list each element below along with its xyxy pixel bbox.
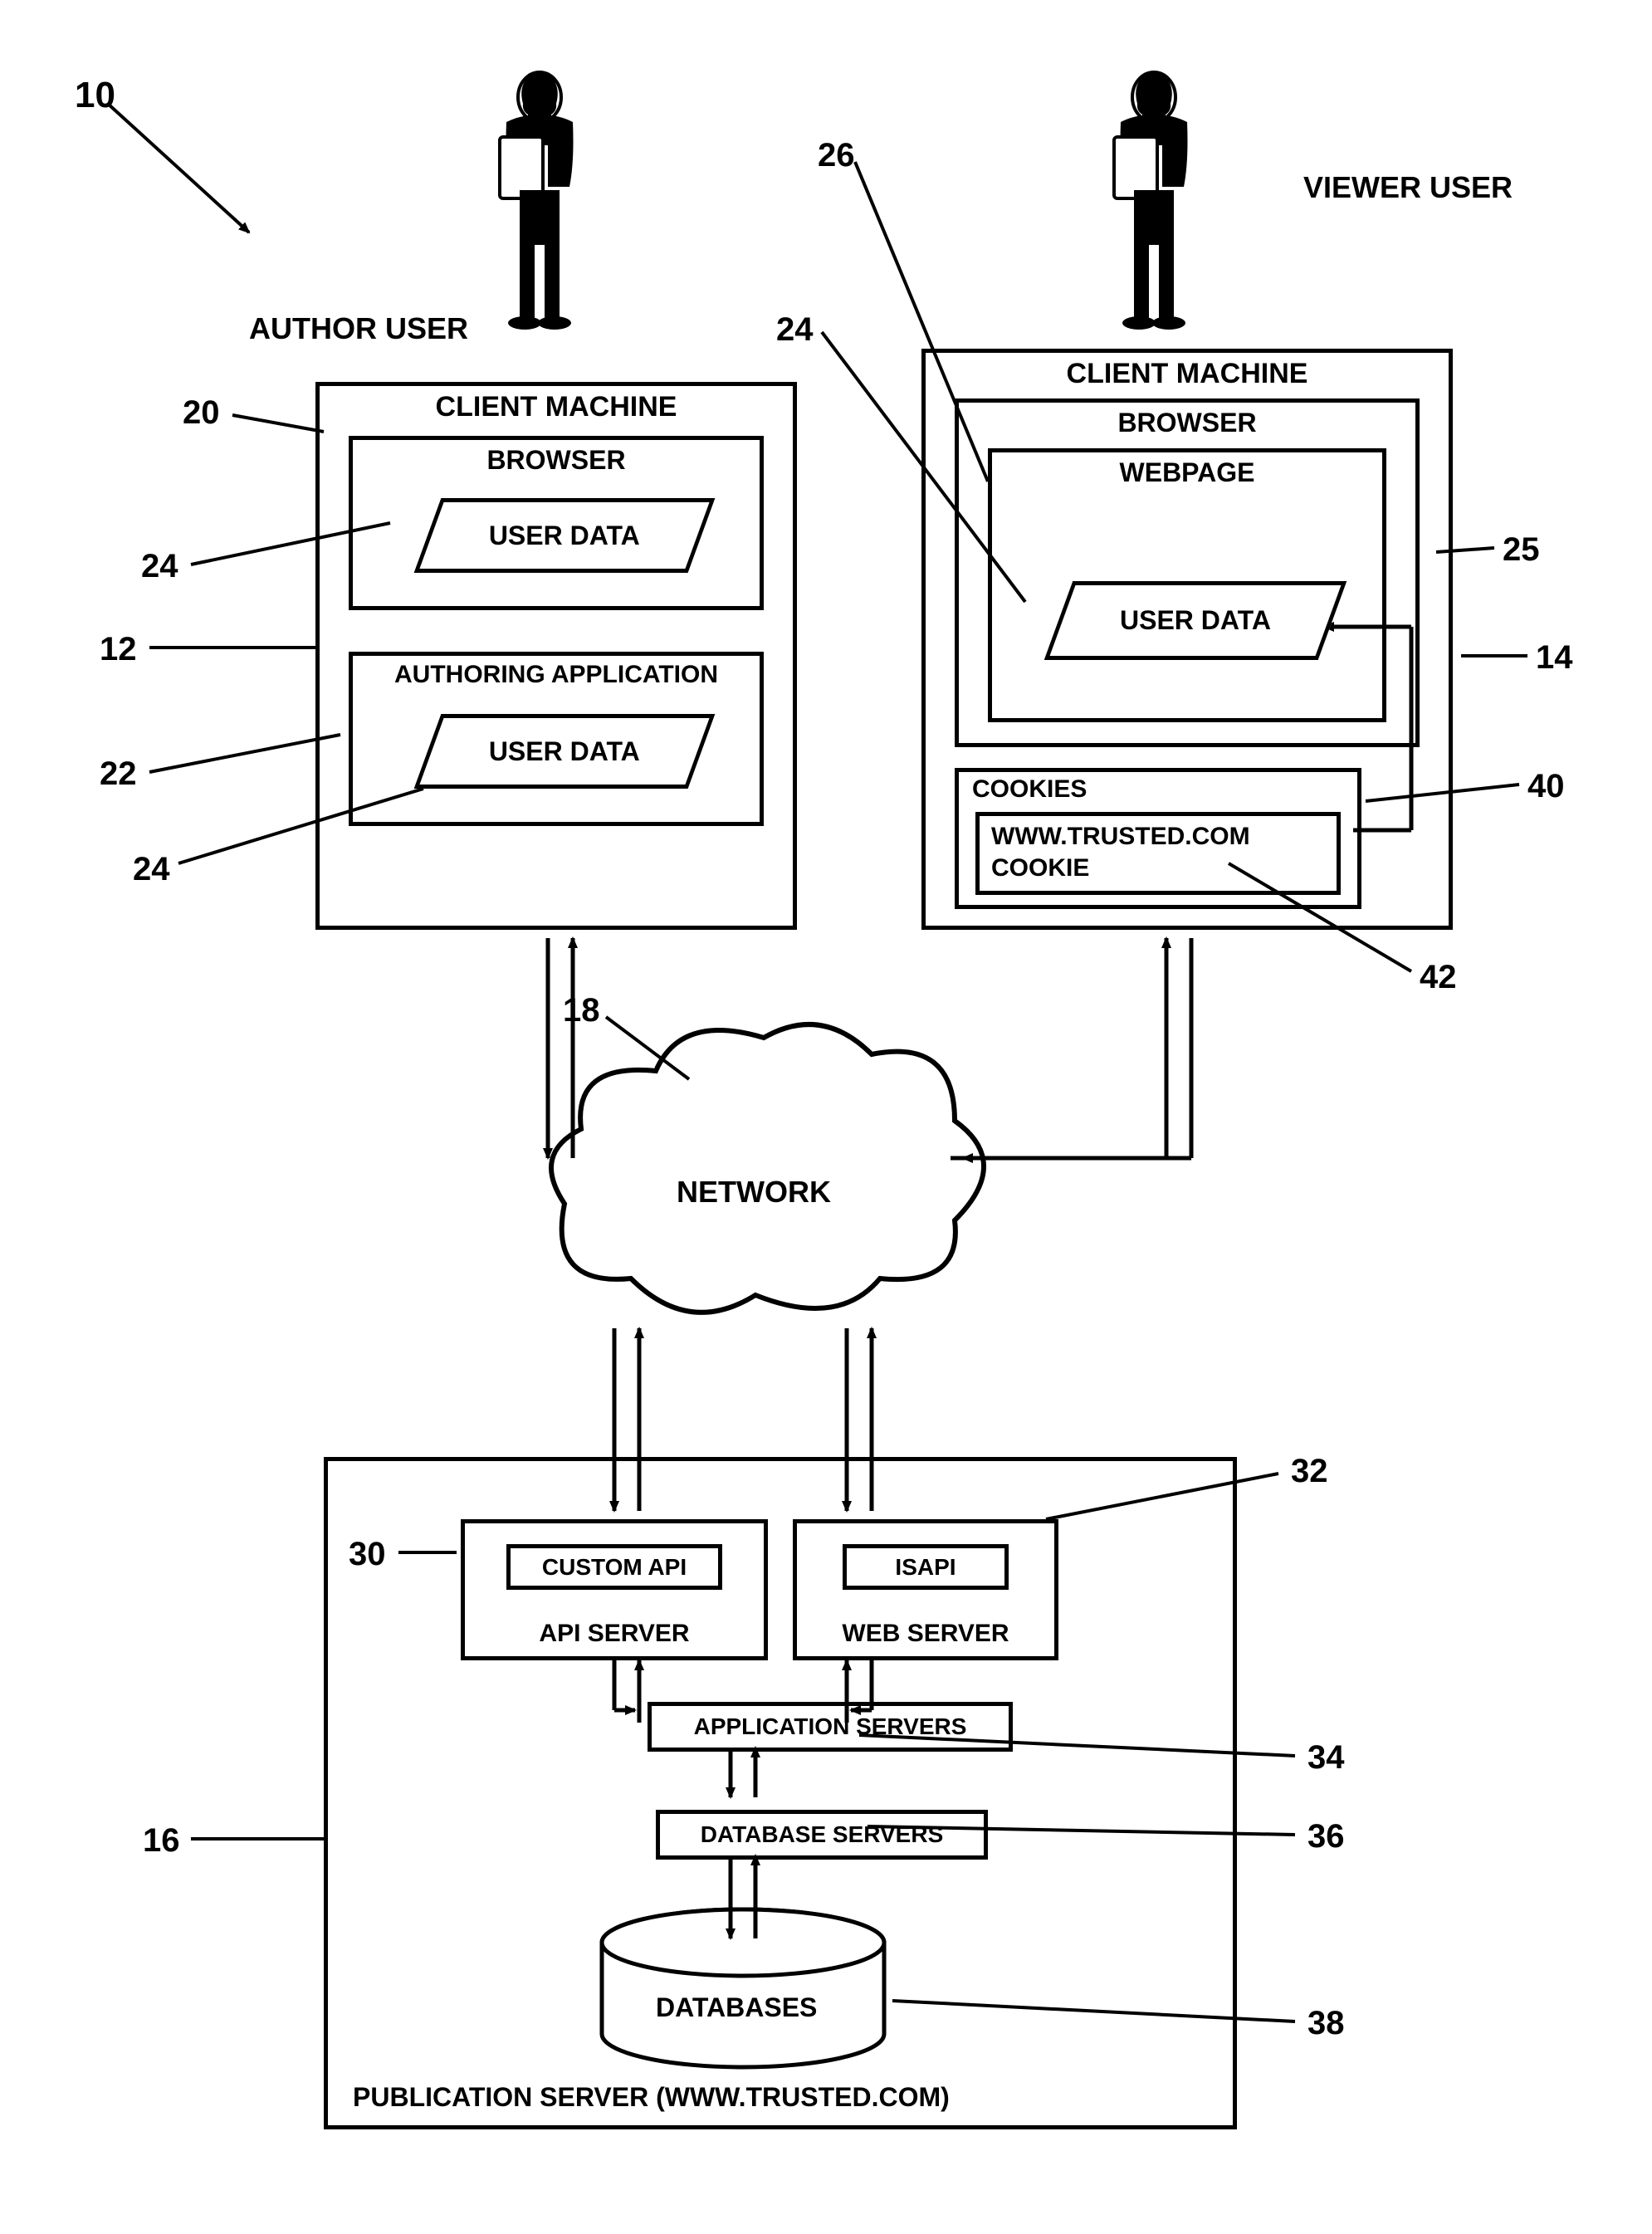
- cookie-line2: COOKIE: [991, 853, 1337, 884]
- ref-16: 16: [143, 1822, 180, 1860]
- cookie-entry: WWW.TRUSTED.COM COOKIE: [975, 812, 1341, 895]
- ref-26: 26: [818, 137, 855, 174]
- user-data-right: USER DATA: [1044, 581, 1347, 660]
- network-label: NETWORK: [677, 1175, 831, 1210]
- publication-server: PUBLICATION SERVER (WWW.TRUSTED.COM) CUS…: [324, 1457, 1237, 2129]
- user-data-left-2-label: USER DATA: [489, 736, 640, 767]
- api-server: CUSTOM API API SERVER: [461, 1519, 768, 1660]
- authoring-app: AUTHORING APPLICATION USER DATA: [349, 652, 764, 826]
- ref-20: 20: [183, 394, 220, 432]
- ref-22: 22: [100, 755, 137, 793]
- user-data-right-label: USER DATA: [1120, 605, 1271, 636]
- webpage: WEBPAGE USER DATA: [988, 448, 1386, 722]
- web-server: ISAPI WEB SERVER: [793, 1519, 1058, 1660]
- ref-10: 10: [75, 75, 115, 116]
- viewer-user-label: VIEWER USER: [1303, 170, 1513, 205]
- isapi: ISAPI: [843, 1544, 1009, 1590]
- browser-left: BROWSER USER DATA: [349, 436, 764, 610]
- ref-25: 25: [1503, 531, 1540, 569]
- client-machine-right-title: CLIENT MACHINE: [926, 358, 1449, 390]
- user-data-left-1-label: USER DATA: [489, 521, 640, 551]
- ref-34: 34: [1307, 1739, 1345, 1777]
- api-server-title: API SERVER: [465, 1620, 764, 1648]
- web-server-title: WEB SERVER: [797, 1620, 1054, 1648]
- browser-right-title: BROWSER: [959, 408, 1415, 438]
- databases-label: DATABASES: [656, 1992, 817, 2023]
- user-data-left-2: USER DATA: [414, 714, 716, 789]
- cookies: COOKIES WWW.TRUSTED.COM COOKIE: [955, 768, 1361, 909]
- database-servers: DATABASE SERVERS: [656, 1810, 988, 1860]
- author-user-label: AUTHOR USER: [249, 311, 468, 346]
- ref-38: 38: [1307, 2005, 1345, 2042]
- publication-server-title: PUBLICATION SERVER (WWW.TRUSTED.COM): [353, 2082, 950, 2113]
- browser-right: BROWSER WEBPAGE USER DATA: [955, 398, 1420, 747]
- authoring-app-title: AUTHORING APPLICATION: [353, 661, 760, 689]
- client-machine-left-title: CLIENT MACHINE: [320, 391, 793, 423]
- webpage-title: WEBPAGE: [992, 457, 1382, 488]
- ref-42: 42: [1420, 959, 1457, 996]
- ref-24b: 24: [133, 851, 170, 888]
- ref-24a: 24: [141, 548, 178, 585]
- ref-40: 40: [1527, 768, 1565, 805]
- ref-12: 12: [100, 631, 137, 668]
- cookies-title: COOKIES: [972, 775, 1357, 804]
- ref-36: 36: [1307, 1818, 1345, 1855]
- client-machine-left: CLIENT MACHINE BROWSER USER DATA AUTHORI…: [315, 382, 797, 930]
- custom-api: CUSTOM API: [506, 1544, 722, 1590]
- ref-14: 14: [1536, 639, 1573, 677]
- application-servers: APPLICATION SERVERS: [648, 1702, 1013, 1752]
- browser-left-title: BROWSER: [353, 445, 760, 476]
- ref-32: 32: [1291, 1453, 1328, 1490]
- ref-24c: 24: [776, 311, 814, 349]
- user-data-left-1: USER DATA: [414, 498, 716, 573]
- cookie-line1: WWW.TRUSTED.COM: [991, 821, 1337, 853]
- client-machine-right: CLIENT MACHINE BROWSER WEBPAGE USER DATA…: [921, 349, 1453, 930]
- ref-18: 18: [563, 992, 600, 1029]
